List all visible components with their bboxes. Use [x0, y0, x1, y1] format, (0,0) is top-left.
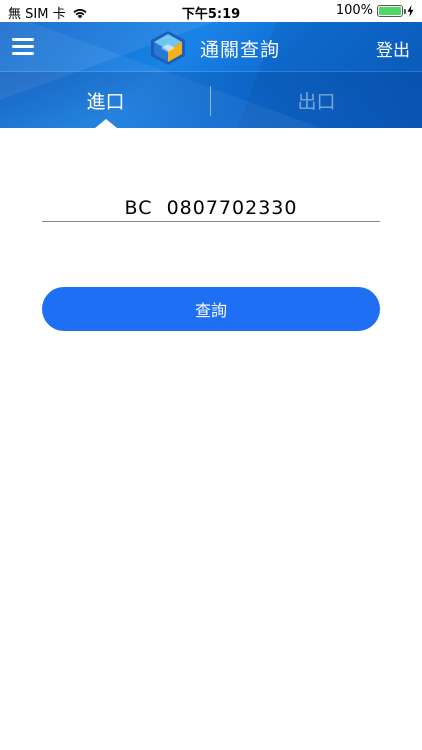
battery-icon: [377, 4, 406, 17]
battery-percent: 100%: [335, 3, 373, 18]
declaration-number-input[interactable]: [42, 194, 380, 222]
query-button[interactable]: 查詢: [42, 287, 380, 331]
page-title: 通關查詢: [200, 39, 281, 61]
app-logo-icon: [151, 31, 185, 65]
status-bar: 無 SIM 卡 下午5:19 100%: [0, 0, 422, 22]
active-tab-indicator: [95, 119, 117, 128]
tab-export[interactable]: 出口: [211, 72, 422, 128]
app-header: 通關查詢 登出 進口 出口: [0, 22, 422, 128]
bolt-icon: [407, 4, 414, 17]
hamburger-icon[interactable]: [12, 38, 34, 56]
status-right: 100%: [336, 3, 414, 18]
logout-button[interactable]: 登出: [376, 36, 410, 61]
top-bar: 通關查詢 登出: [0, 22, 422, 72]
tab-bar: 進口 出口: [0, 72, 422, 128]
main-content: 查詢: [0, 128, 422, 750]
